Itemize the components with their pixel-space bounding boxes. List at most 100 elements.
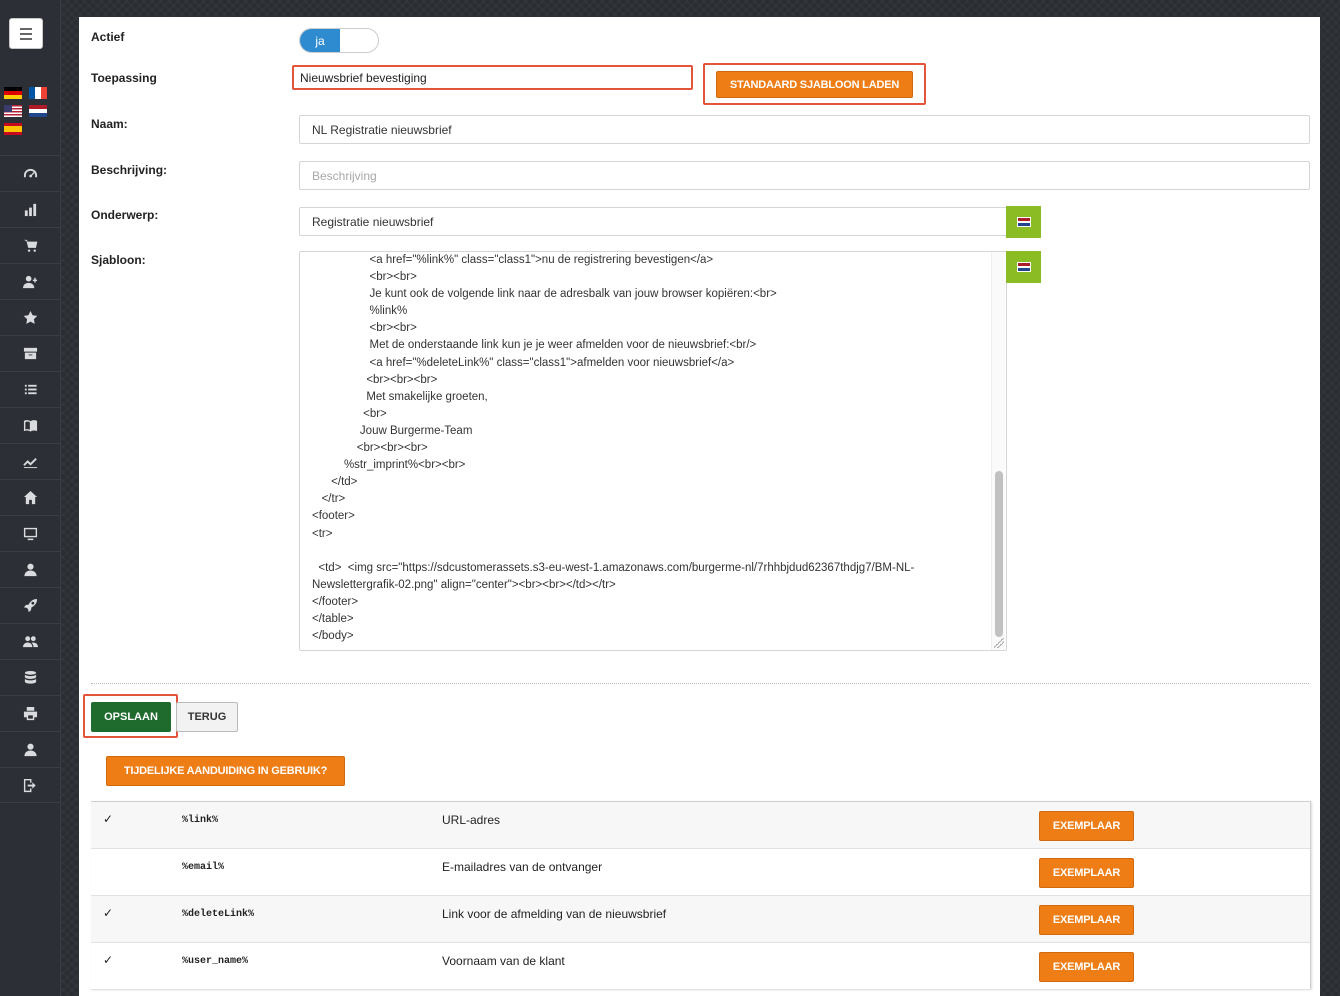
nav-list[interactable] (0, 371, 61, 407)
flag-nl-icon (1016, 262, 1031, 272)
nav-home[interactable] (0, 479, 61, 515)
template-code-line: %str_imprint%<br><br> (312, 459, 466, 472)
template-code-line: <tr> (312, 527, 333, 540)
template-code-line: Met smakelijke groeten, (312, 390, 488, 403)
flag-us-icon[interactable] (4, 105, 22, 117)
template-label: Sjabloon: (91, 253, 146, 267)
placeholder-code: %deleteLink% (182, 909, 255, 920)
description-field[interactable]: Beschrijving (299, 161, 1310, 190)
template-code-line: <a href="%deleteLink%" class="class1">af… (312, 356, 735, 369)
nav-favorites[interactable] (0, 299, 61, 335)
template-code-line: <a href="%link%" class="class1">nu de re… (312, 254, 714, 266)
placeholder-row: ✓ %user_name% Voornaam van de klant EXEMPLA… (91, 943, 1310, 990)
nav-statistics[interactable] (0, 191, 61, 227)
placeholders-in-use-button[interactable]: TIJDELIJKE AANDUIDING IN GEBRUIK? (106, 756, 345, 786)
nav-catalog[interactable] (0, 407, 61, 443)
resize-handle-icon[interactable] (994, 638, 1004, 648)
copy-placeholder-button[interactable]: EXEMPLAAR (1039, 905, 1134, 935)
nav-dashboard[interactable] (0, 155, 61, 191)
placeholder-row: ✓ %deleteLink% Link voor de afmelding van … (91, 896, 1310, 943)
star-icon (23, 310, 38, 324)
nav-customers[interactable] (0, 623, 61, 659)
subject-label: Onderwerp: (91, 208, 159, 222)
template-code-line: Je kunt ook de volgende link naar de adr… (312, 288, 777, 301)
user-icon (24, 563, 37, 577)
placeholder-code: %link% (182, 815, 219, 826)
template-code-line: Jouw Burgerme-Team (312, 424, 473, 437)
template-scrollbar-thumb[interactable] (995, 471, 1003, 637)
cart-icon (23, 239, 38, 252)
active-label: Actief (91, 30, 125, 44)
placeholder-description: Voornaam van de klant (442, 954, 565, 968)
nav-launch[interactable] (0, 587, 61, 623)
copy-placeholder-button[interactable]: EXEMPLAAR (1039, 858, 1134, 888)
form-divider (91, 683, 1309, 684)
placeholder-description: Link voor de afmelding van de nieuwsbrie… (442, 907, 667, 921)
placeholder-code: %email% (182, 862, 225, 873)
back-button[interactable]: TERUG (176, 702, 238, 732)
template-code-line: </table> (312, 612, 354, 625)
placeholders-table: ✓ %link% URL-adres EXEMPLAAR %email% E-mailad… (91, 801, 1311, 990)
nav-orders[interactable] (0, 227, 61, 263)
active-toggle[interactable]: ja (299, 28, 379, 53)
description-label: Beschrijving: (91, 163, 168, 177)
template-code-line: %link% (312, 305, 408, 318)
placeholder-row: %email% E-mailadres van de ontvanger EXEMP… (91, 849, 1310, 896)
logout-icon (23, 778, 36, 792)
users-icon (23, 636, 38, 648)
template-code-line: Newslettergrafik-02.png" align="center">… (312, 578, 616, 591)
dashboard-icon (23, 168, 38, 178)
save-button[interactable]: OPSLAAN (91, 702, 171, 732)
list-icon (24, 384, 37, 395)
database-icon (24, 670, 37, 684)
nav-archive[interactable] (0, 335, 61, 371)
template-code-line: <footer> (312, 510, 355, 523)
nav-logout[interactable] (0, 767, 61, 803)
nav-database[interactable] (0, 659, 61, 695)
placeholder-row: ✓ %link% URL-adres EXEMPLAAR (91, 802, 1310, 849)
name-field[interactable]: NL Registratie nieuwsbrief (299, 115, 1310, 144)
template-language-button[interactable] (1006, 251, 1041, 283)
placeholder-code: %user_name% (182, 956, 249, 967)
template-edit-panel: Actief ja Toepassing Nieuwsbrief bevesti… (79, 17, 1320, 996)
template-code-line: </footer> (312, 595, 359, 608)
load-default-template-button[interactable]: STANDAARD SJABLOON LADEN (716, 71, 913, 98)
archive-icon (23, 347, 38, 360)
active-toggle-on: ja (300, 29, 340, 52)
template-code-line: </tr> (312, 493, 346, 506)
monitor-icon (23, 527, 38, 541)
template-code-line: <br><br> (312, 322, 417, 335)
hamburger-menu-button[interactable] (9, 18, 43, 49)
hamburger-icon (20, 27, 32, 30)
checkmark-icon: ✓ (103, 953, 114, 967)
flag-de-icon[interactable] (4, 87, 22, 99)
checkmark-icon: ✓ (103, 812, 114, 826)
bar-chart-icon (24, 203, 37, 217)
nav-add-customer[interactable] (0, 263, 61, 299)
template-code-line: <td> <img src="https://sdcustomerassets.… (312, 561, 915, 574)
nav-display[interactable] (0, 515, 61, 551)
template-code-line: </td> (312, 476, 358, 489)
copy-placeholder-button[interactable]: EXEMPLAAR (1039, 952, 1134, 982)
subject-field[interactable]: Registratie nieuwsbrief (299, 207, 1007, 236)
user-icon (24, 743, 37, 757)
flag-nl-icon[interactable] (29, 105, 47, 117)
template-code: <a href="%link%" class="class1">nu de re… (312, 252, 988, 645)
flag-fr-icon[interactable] (29, 87, 47, 99)
template-code-line: Met de onderstaande link kun je je weer … (312, 339, 757, 352)
nav-trends[interactable] (0, 443, 61, 479)
application-select[interactable]: Nieuwsbrief bevestiging (292, 65, 693, 90)
template-textarea[interactable]: <a href="%link%" class="class1">nu de re… (299, 251, 1007, 651)
copy-placeholder-button[interactable]: EXEMPLAAR (1039, 811, 1134, 841)
flag-es-icon[interactable] (4, 123, 22, 135)
subject-language-button[interactable] (1006, 206, 1041, 238)
flag-nl-icon (1016, 217, 1031, 227)
template-code-line: <br><br><br> (312, 442, 428, 455)
add-user-icon (23, 275, 38, 289)
template-code-line: <br><br><br> (312, 373, 438, 386)
nav-account[interactable] (0, 731, 61, 767)
rocket-icon (23, 598, 38, 613)
nav-print[interactable] (0, 695, 61, 731)
template-code-line: <br><br> (312, 271, 417, 284)
nav-profile[interactable] (0, 551, 61, 587)
